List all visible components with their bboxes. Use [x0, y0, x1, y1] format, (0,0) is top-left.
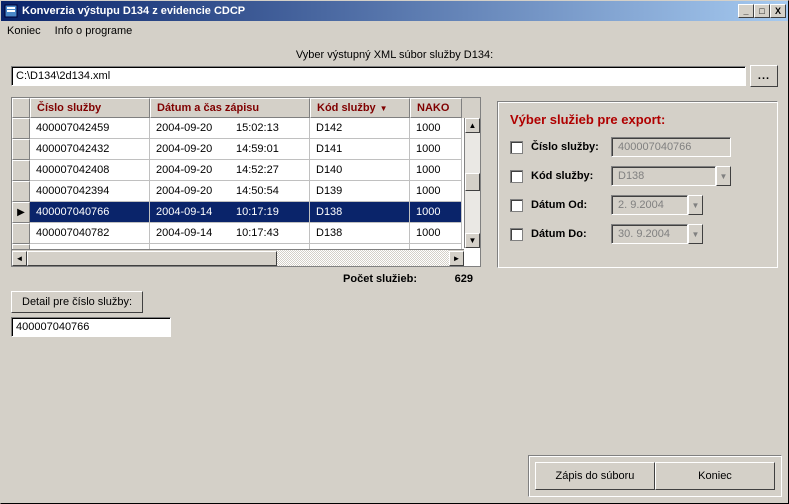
cell-nako: 1000 — [410, 139, 462, 160]
filter-title: Výber služieb pre export: — [510, 112, 765, 127]
cell-datum: 2004-09-1410:17:19 — [150, 202, 310, 223]
table-row[interactable]: ▶4000070407662004-09-1410:17:19D1381000 — [12, 202, 480, 223]
row-marker — [12, 181, 30, 202]
label-cislo: Číslo služby: — [531, 141, 603, 153]
cell-cislo: 400007042394 — [30, 181, 150, 202]
cell-datum: 2004-09-1410:17:43 — [150, 223, 310, 244]
detail-button[interactable]: Detail pre číslo služby: — [11, 291, 143, 313]
scroll-right-button[interactable]: ► — [449, 251, 464, 266]
cell-datum: 2004-09-2014:59:01 — [150, 139, 310, 160]
row-marker — [12, 139, 30, 160]
input-cislo[interactable]: 400007040766 — [611, 137, 731, 157]
write-to-file-button[interactable]: Zápis do súboru — [535, 462, 655, 490]
table-row[interactable]: 4000070423942004-09-2014:50:54D1391000 — [12, 181, 480, 202]
table-row[interactable]: 4000070424082004-09-2014:52:27D1401000 — [12, 160, 480, 181]
cell-datum: 2004-09-2015:02:13 — [150, 118, 310, 139]
scroll-thumb-horizontal[interactable] — [27, 251, 277, 266]
grid-header-datum[interactable]: Dátum a čas zápisu — [150, 98, 310, 118]
menu-info[interactable]: Info o programe — [55, 25, 133, 37]
label-kod: Kód služby: — [531, 170, 603, 182]
grid-header: Číslo služby Dátum a čas zápisu Kód služ… — [12, 98, 480, 118]
cell-nako: 1000 — [410, 160, 462, 181]
date-do-input[interactable]: 30. 9.2004 — [611, 224, 688, 244]
checkbox-datum-od[interactable] — [510, 199, 523, 212]
cell-nako: 1000 — [410, 223, 462, 244]
cell-kod: D139 — [310, 181, 410, 202]
minimize-button[interactable]: _ — [738, 4, 754, 18]
scroll-thumb-vertical[interactable] — [465, 173, 480, 191]
count-label: Počet služieb: — [343, 273, 417, 285]
combo-kod[interactable]: D138 — [611, 166, 716, 186]
app-icon — [3, 3, 19, 19]
scroll-left-button[interactable]: ◄ — [12, 251, 27, 266]
table-row[interactable]: 4000070424322004-09-2014:59:01D1411000 — [12, 139, 480, 160]
vertical-scrollbar[interactable]: ▲ ▼ — [464, 118, 480, 248]
grid-header-rowhead — [12, 98, 30, 118]
file-picker-label: Vyber výstupný XML súbor služby D134: — [11, 49, 778, 61]
menu-koniec[interactable]: Koniec — [7, 25, 41, 37]
cell-kod: D141 — [310, 139, 410, 160]
cell-kod: D138 — [310, 202, 410, 223]
cell-nako: 1000 — [410, 202, 462, 223]
cell-kod: D138 — [310, 223, 410, 244]
menubar: Koniec Info o programe — [1, 21, 788, 41]
grid-header-cislo[interactable]: Číslo služby — [30, 98, 150, 118]
file-path-input[interactable]: C:\D134\2d134.xml — [11, 66, 746, 86]
row-marker — [12, 223, 30, 244]
checkbox-datum-do[interactable] — [510, 228, 523, 241]
titlebar[interactable]: Konverzia výstupu D134 z evidencie CDCP … — [1, 1, 788, 21]
date-od-input[interactable]: 2. 9.2004 — [611, 195, 688, 215]
browse-button[interactable]: ... — [750, 65, 778, 87]
exit-button[interactable]: Koniec — [655, 462, 775, 490]
cell-nako: 1000 — [410, 181, 462, 202]
cell-kod: D140 — [310, 160, 410, 181]
date-do-button[interactable]: ▼ — [688, 224, 703, 244]
services-grid[interactable]: Číslo služby Dátum a čas zápisu Kód služ… — [11, 97, 481, 267]
combo-kod-button[interactable]: ▼ — [716, 166, 731, 186]
table-row[interactable]: 4000070424592004-09-2015:02:13D1421000 — [12, 118, 480, 139]
cell-datum: 2004-09-2014:50:54 — [150, 181, 310, 202]
table-row[interactable]: 4000070407822004-09-1410:17:43D1381000 — [12, 223, 480, 244]
row-marker — [12, 118, 30, 139]
window-title: Konverzia výstupu D134 z evidencie CDCP — [22, 5, 738, 17]
cell-nako: 1000 — [410, 118, 462, 139]
cell-cislo: 400007042408 — [30, 160, 150, 181]
cell-kod: D142 — [310, 118, 410, 139]
checkbox-cislo[interactable] — [510, 141, 523, 154]
export-filter-panel: Výber služieb pre export: Číslo služby: … — [497, 101, 778, 268]
scroll-track-vertical[interactable] — [465, 133, 480, 233]
sort-indicator-icon: ▼ — [380, 104, 388, 113]
maximize-button[interactable]: □ — [754, 4, 770, 18]
main-window: Konverzia výstupu D134 z evidencie CDCP … — [0, 0, 789, 504]
checkbox-kod[interactable] — [510, 170, 523, 183]
cell-cislo: 400007040766 — [30, 202, 150, 223]
scroll-up-button[interactable]: ▲ — [465, 118, 480, 133]
cell-cislo: 400007042432 — [30, 139, 150, 160]
row-marker: ▶ — [12, 202, 30, 223]
scroll-down-button[interactable]: ▼ — [465, 233, 480, 248]
horizontal-scrollbar[interactable]: ◄ ► — [12, 249, 464, 266]
label-datum-od: Dátum Od: — [531, 199, 603, 211]
date-od-button[interactable]: ▼ — [688, 195, 703, 215]
footer-toolbar: Zápis do súboru Koniec — [528, 455, 782, 497]
close-button[interactable]: X — [770, 4, 786, 18]
row-marker — [12, 160, 30, 181]
detail-input[interactable]: 400007040766 — [11, 317, 171, 337]
grid-header-kod[interactable]: Kód služby▼ — [310, 98, 410, 118]
scroll-track-horizontal[interactable] — [277, 250, 449, 266]
cell-cislo: 400007042459 — [30, 118, 150, 139]
count-value: 629 — [423, 273, 473, 285]
cell-datum: 2004-09-2014:52:27 — [150, 160, 310, 181]
cell-cislo: 400007040782 — [30, 223, 150, 244]
label-datum-do: Dátum Do: — [531, 228, 603, 240]
grid-header-nako[interactable]: NAKO — [410, 98, 462, 118]
